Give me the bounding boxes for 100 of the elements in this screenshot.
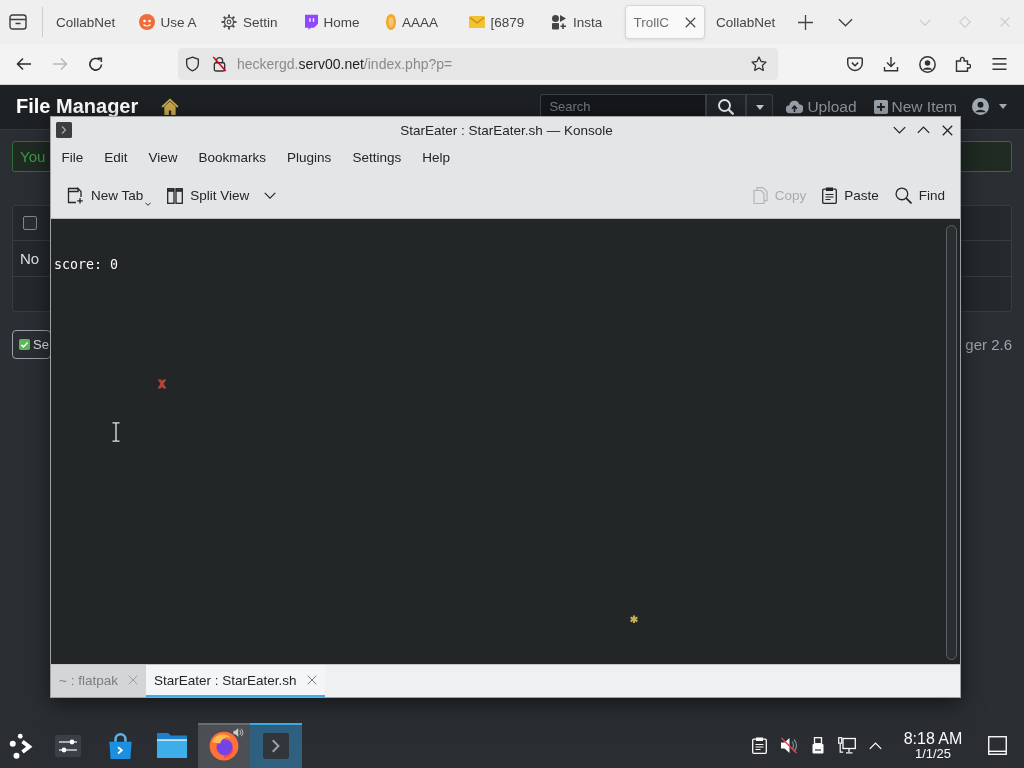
tab-list-icon: [9, 14, 27, 30]
smiley-icon: [138, 14, 155, 30]
new-item-button[interactable]: New Item: [873, 94, 957, 116]
chevron-up-icon[interactable]: [869, 741, 882, 750]
copy-icon: [752, 187, 768, 204]
table-message: No: [20, 250, 40, 267]
menu-icon: [991, 58, 1007, 70]
terminal-line: score: 0: [54, 256, 119, 273]
show-desktop-icon[interactable]: [988, 736, 1007, 755]
shield-icon[interactable]: [185, 56, 200, 72]
split-view-button[interactable]: Split View: [161, 179, 256, 212]
menu-item[interactable]: Settings: [341, 146, 412, 170]
plus-square-icon: [873, 100, 888, 114]
caret-icon: [999, 104, 1007, 109]
window-title: StarEater : StarEater.sh — Konsole: [400, 122, 613, 138]
crossed-lock-icon[interactable]: [212, 56, 227, 72]
launcher-icon: [9, 732, 33, 759]
browser-tab[interactable]: [6879: [459, 5, 540, 39]
close-icon[interactable]: [306, 675, 317, 685]
alert-text: You: [20, 148, 46, 165]
new-tab-button[interactable]: New Tab: [61, 179, 158, 212]
caret-icon: [755, 104, 764, 110]
browser-icon: [209, 730, 239, 761]
close-icon[interactable]: [684, 16, 696, 28]
user-icon: [972, 98, 989, 115]
bookmark-star-icon[interactable]: [751, 56, 767, 72]
browser-tab[interactable]: TrollC: [624, 5, 705, 39]
clock-time[interactable]: 8:18 AM: [903, 730, 963, 747]
clipboard-icon: [822, 187, 838, 204]
chat-bubble-icon: [303, 14, 318, 30]
terminal-glyph: *: [630, 613, 638, 630]
shopping-bag-icon: [107, 732, 133, 759]
chevron-up-icon: [916, 126, 930, 134]
url-text[interactable]: heckergd.serv00.net/index.php?p=: [237, 56, 453, 72]
upload-button[interactable]: Upload: [786, 94, 857, 116]
clipboard-icon[interactable]: [752, 737, 767, 754]
page-title: File Manager: [16, 96, 139, 116]
puzzle-icon: [955, 56, 971, 72]
checkbox[interactable]: [23, 216, 37, 231]
taskbar-app-button[interactable]: [250, 723, 302, 768]
browser-tab[interactable]: AAAA: [377, 5, 457, 39]
chevron-down-icon: [919, 18, 931, 26]
browser-tab[interactable]: CollabNet: [707, 5, 787, 39]
menu-item[interactable]: File: [51, 146, 94, 170]
browser-tab[interactable]: Use A: [129, 5, 210, 39]
search-options-button[interactable]: [746, 94, 774, 116]
address-bar[interactable]: heckergd.serv00.net/index.php?p=: [178, 48, 778, 80]
split-view-icon: [167, 187, 184, 204]
scrollbar-handle[interactable]: [946, 225, 957, 660]
sliders-icon: [55, 734, 81, 757]
menu-item[interactable]: View: [138, 146, 189, 170]
chevron-pocket-icon: [847, 56, 863, 72]
coin-icon: [386, 14, 396, 30]
back-arrow-icon: [16, 57, 32, 71]
chevron-down-icon: [264, 192, 277, 199]
search-button[interactable]: [706, 94, 747, 116]
browser-tab[interactable]: Insta: [542, 5, 622, 39]
reload-icon: [88, 57, 104, 71]
text-cursor-icon: [112, 422, 120, 442]
diamond-icon: [959, 16, 971, 28]
shapes-icon: [551, 14, 567, 30]
chevron-down-icon: [838, 17, 853, 27]
account-icon: [918, 55, 936, 73]
select-button[interactable]: Se: [12, 330, 51, 359]
speaker-icon: [233, 727, 244, 738]
taskbar-app-button[interactable]: [198, 723, 250, 768]
find-button[interactable]: Find: [888, 179, 951, 212]
version-text: ger 2.6: [965, 336, 1012, 353]
chevron-down-icon: [892, 126, 906, 134]
browser-tab[interactable]: Home: [294, 5, 375, 39]
folder-icon: [157, 733, 187, 758]
muted-speaker-icon[interactable]: [779, 737, 798, 754]
gear-icon: [221, 14, 237, 30]
home-icon[interactable]: [161, 98, 180, 116]
paste-button[interactable]: Paste: [816, 179, 885, 212]
browser-tab[interactable]: Settin: [212, 5, 292, 39]
close-icon: [941, 124, 953, 136]
wired-network-icon[interactable]: [837, 737, 856, 754]
terminal-icon: [263, 732, 289, 759]
envelope-icon: [468, 16, 485, 28]
menu-item[interactable]: Plugins: [276, 146, 342, 170]
menu-item[interactable]: Edit: [93, 146, 139, 170]
new-tab-icon: [67, 187, 84, 204]
user-menu-button[interactable]: [972, 95, 1007, 115]
menu-item[interactable]: Bookmarks: [188, 146, 277, 170]
search-icon: [894, 187, 912, 204]
usb-drive-icon[interactable]: [811, 737, 824, 754]
plus-icon: [798, 14, 813, 30]
check-square-icon: [19, 339, 30, 350]
cloud-upload-icon: [786, 100, 804, 114]
terminal-icon[interactable]: [56, 122, 72, 138]
clock-date[interactable]: 1/1/25: [914, 747, 952, 761]
menu-item[interactable]: Help: [411, 146, 461, 170]
forward-arrow-icon: [52, 57, 68, 71]
close-icon: [1000, 17, 1010, 27]
search-field[interactable]: Search: [540, 94, 707, 116]
terminal-glyph: x: [158, 375, 166, 392]
download-icon: [883, 56, 899, 72]
browser-tab[interactable]: CollabNet: [47, 5, 127, 39]
terminal-tab[interactable]: StarEater : StarEater.sh: [145, 665, 325, 697]
